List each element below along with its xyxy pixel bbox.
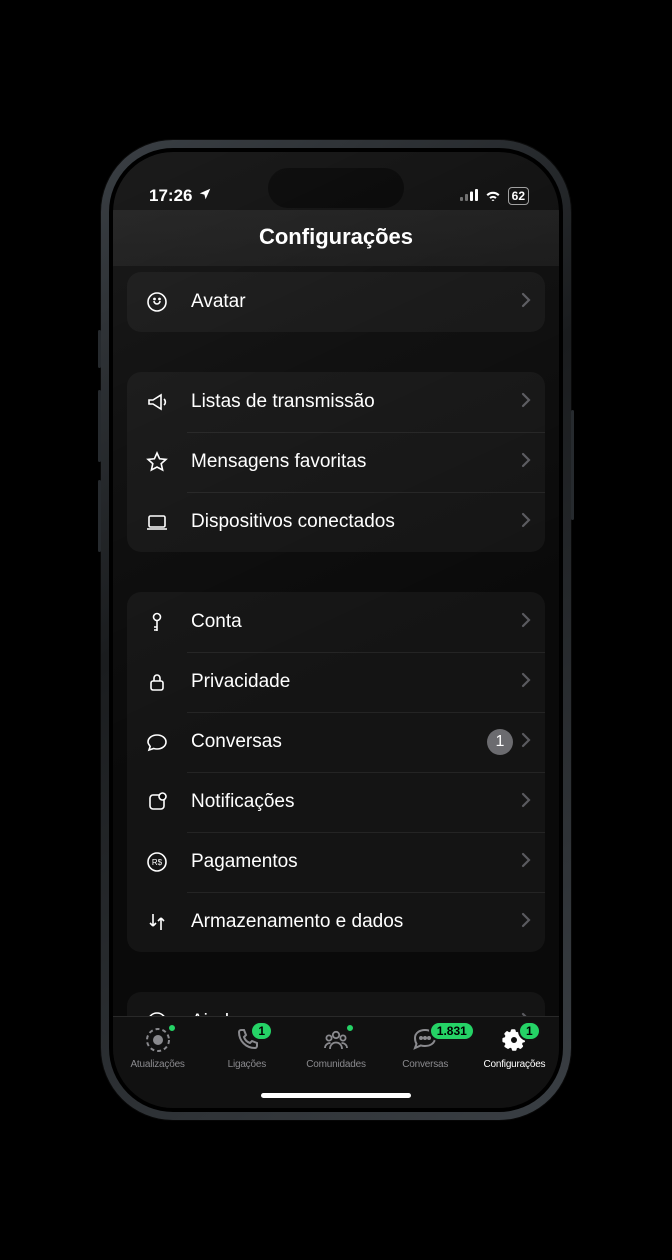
status-icon xyxy=(143,1025,173,1055)
row-label: Pagamentos xyxy=(173,851,521,873)
phone-frame: 17:26 62 Conf xyxy=(101,140,571,1120)
data-icon xyxy=(141,910,173,934)
settings-row-avatar[interactable]: Avatar xyxy=(127,272,545,332)
settings-row-laptop[interactable]: Dispositivos conectados xyxy=(127,492,545,552)
power-button xyxy=(571,410,574,520)
svg-text:R$: R$ xyxy=(152,858,163,867)
badge-dot xyxy=(345,1023,355,1033)
chevron-right-icon xyxy=(521,852,531,873)
chevron-right-icon xyxy=(521,732,531,753)
wifi-icon xyxy=(484,186,502,206)
payments-icon: R$ xyxy=(141,850,173,874)
settings-row-payments[interactable]: R$ Pagamentos xyxy=(127,832,545,892)
row-label: Privacidade xyxy=(173,671,521,693)
row-label: Conta xyxy=(173,611,521,633)
tab-badge: 1 xyxy=(250,1021,273,1041)
laptop-icon xyxy=(141,510,173,534)
tab-badge: 1 xyxy=(518,1021,541,1041)
tab-label: Conversas xyxy=(402,1059,448,1070)
dynamic-island xyxy=(268,168,404,208)
row-label: Dispositivos conectados xyxy=(173,511,521,533)
location-icon xyxy=(198,186,212,206)
settings-row-data[interactable]: Armazenamento e dados xyxy=(127,892,545,952)
row-label: Notificações xyxy=(173,791,521,813)
settings-row-notif[interactable]: Notificações xyxy=(127,772,545,832)
settings-row-chat[interactable]: Conversas1 xyxy=(127,712,545,772)
tab-settings[interactable]: 1Configurações xyxy=(470,1025,559,1108)
settings-content[interactable]: Avatar Listas de transmissão Mensagens fav… xyxy=(113,266,559,1016)
cellular-icon xyxy=(460,186,478,206)
page-title: Configurações xyxy=(113,210,559,266)
chevron-right-icon xyxy=(521,912,531,933)
row-label: Conversas xyxy=(173,731,487,753)
tab-label: Ligações xyxy=(228,1059,266,1070)
volume-up-button xyxy=(98,390,101,462)
tab-label: Comunidades xyxy=(306,1059,366,1070)
status-time: 17:26 xyxy=(149,186,192,206)
settings-group: Listas de transmissão Mensagens favoritas… xyxy=(127,372,545,552)
chevron-right-icon xyxy=(521,392,531,413)
tab-label: Atualizações xyxy=(130,1059,184,1070)
badge-dot xyxy=(167,1023,177,1033)
chat-icon xyxy=(141,730,173,754)
chevron-right-icon xyxy=(521,292,531,313)
settings-group: Avatar xyxy=(127,272,545,332)
avatar-icon xyxy=(141,290,173,314)
settings-group: Conta Privacidade Conversas1 Notificações R$… xyxy=(127,592,545,952)
communities-icon xyxy=(321,1025,351,1055)
chevron-right-icon xyxy=(521,452,531,473)
settings-row-key[interactable]: Conta xyxy=(127,592,545,652)
notif-icon xyxy=(141,790,173,814)
settings-row-megaphone[interactable]: Listas de transmissão xyxy=(127,372,545,432)
tab-badge: 1.831 xyxy=(429,1021,475,1041)
settings-row-star[interactable]: Mensagens favoritas xyxy=(127,432,545,492)
home-indicator[interactable] xyxy=(261,1093,411,1098)
chevron-right-icon xyxy=(521,792,531,813)
chevron-right-icon xyxy=(521,512,531,533)
tab-status[interactable]: Atualizações xyxy=(113,1025,202,1108)
megaphone-icon xyxy=(141,390,173,414)
lock-icon xyxy=(141,670,173,694)
chevron-right-icon xyxy=(521,612,531,633)
settings-row-info[interactable]: Ajuda xyxy=(127,992,545,1016)
phone-bezel: 17:26 62 Conf xyxy=(109,148,563,1112)
settings-group: AjudaConvidar amigos xyxy=(127,992,545,1016)
tab-label: Configurações xyxy=(483,1059,545,1070)
battery-level: 62 xyxy=(512,189,525,203)
row-label: Mensagens favoritas xyxy=(173,451,521,473)
battery-indicator: 62 xyxy=(508,187,529,205)
chevron-right-icon xyxy=(521,672,531,693)
row-label: Armazenamento e dados xyxy=(173,911,521,933)
key-icon xyxy=(141,610,173,634)
volume-down-button xyxy=(98,480,101,552)
settings-row-lock[interactable]: Privacidade xyxy=(127,652,545,712)
star-icon xyxy=(141,450,173,474)
row-label: Avatar xyxy=(173,291,521,313)
row-badge: 1 xyxy=(487,729,513,755)
ringer-switch xyxy=(98,330,101,368)
screen: 17:26 62 Conf xyxy=(113,152,559,1108)
row-label: Listas de transmissão xyxy=(173,391,521,413)
